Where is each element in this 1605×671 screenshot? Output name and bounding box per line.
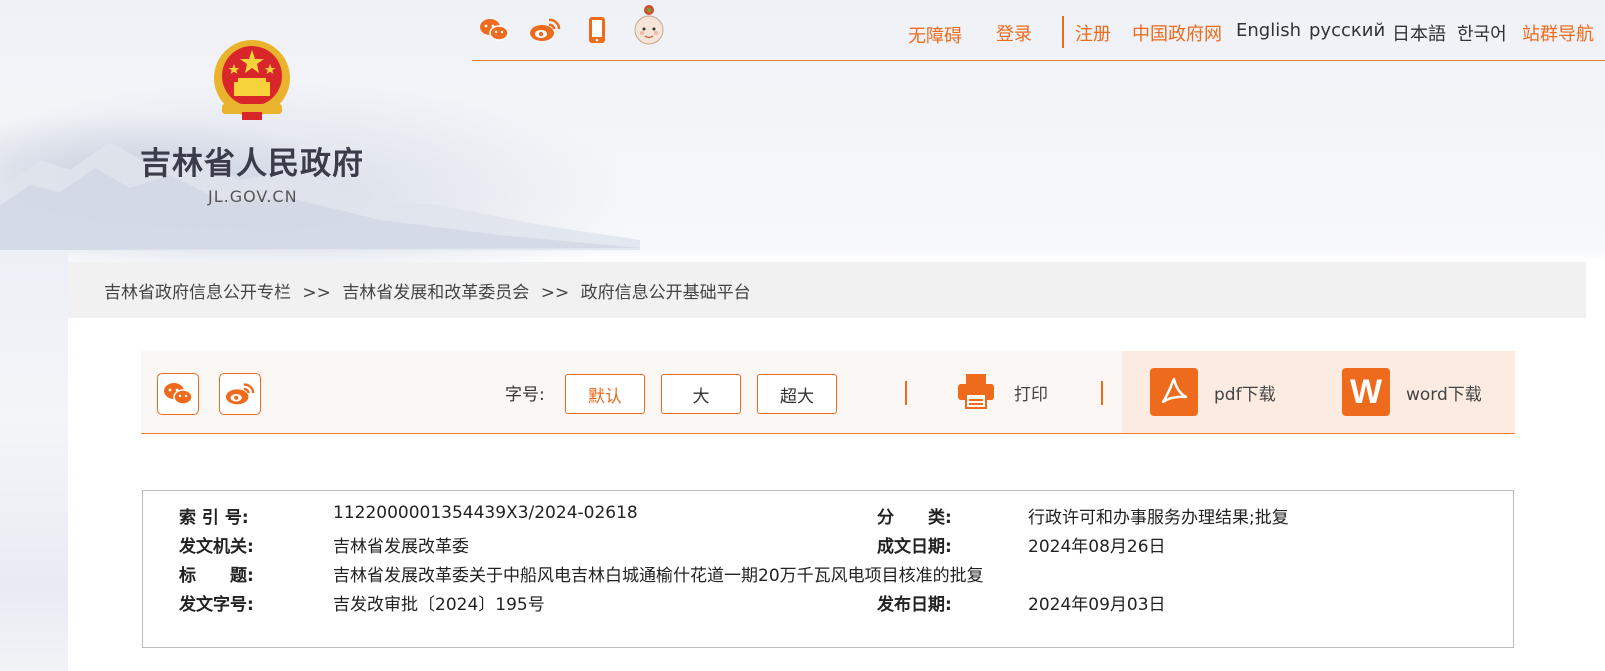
mascot-icon[interactable] bbox=[632, 2, 666, 48]
category-value: 行政许可和办事服务办理结果;批复 bbox=[1028, 508, 1289, 528]
breadcrumb-separator: >> bbox=[540, 283, 570, 303]
title-value: 吉林省发展改革委关于中船风电吉林白城通榆什花道一期20万千瓦风电项目核准的批复 bbox=[333, 566, 984, 586]
header-divider bbox=[472, 60, 1605, 61]
issuer-label: 发文机关: bbox=[179, 537, 254, 557]
created-date-label: 成文日期: bbox=[877, 537, 952, 557]
word-icon[interactable]: W bbox=[1342, 368, 1390, 416]
word-download-button[interactable]: word下载 bbox=[1406, 380, 1482, 405]
font-size-default-button[interactable]: 默认 bbox=[565, 374, 645, 414]
mobile-icon[interactable] bbox=[586, 14, 608, 46]
national-emblem-icon bbox=[212, 38, 292, 126]
pdf-download-button[interactable]: pdf下载 bbox=[1214, 380, 1276, 405]
english-link[interactable]: English bbox=[1236, 20, 1301, 41]
share-wechat-button[interactable] bbox=[157, 373, 199, 415]
share-weibo-button[interactable] bbox=[219, 373, 261, 415]
login-register-divider bbox=[1062, 16, 1064, 48]
document-metadata: 索 引 号: 1122000001354439X3/2024-02618 分 类… bbox=[142, 490, 1514, 648]
breadcrumb-item-ndrc[interactable]: 吉林省发展和改革委员会 bbox=[342, 283, 529, 303]
russian-link[interactable]: русский bbox=[1309, 20, 1385, 41]
sitemap-link[interactable]: 站群导航 bbox=[1522, 20, 1594, 46]
issuer-value: 吉林省发展改革委 bbox=[333, 537, 469, 557]
print-icon[interactable] bbox=[956, 371, 996, 415]
login-link[interactable]: 登录 bbox=[996, 20, 1032, 46]
background-left-strip bbox=[0, 250, 68, 671]
index-no-label: 索 引 号: bbox=[179, 508, 249, 528]
publish-date-label: 发布日期: bbox=[877, 595, 952, 615]
weibo-icon[interactable] bbox=[528, 14, 562, 46]
wechat-icon[interactable] bbox=[478, 14, 510, 46]
pdf-icon[interactable] bbox=[1150, 368, 1198, 416]
gov-portal-link[interactable]: 中国政府网 bbox=[1132, 20, 1222, 46]
font-size-label: 字号: bbox=[505, 385, 545, 405]
breadcrumb-item-info-column[interactable]: 吉林省政府信息公开专栏 bbox=[104, 283, 291, 303]
register-link[interactable]: 注册 bbox=[1075, 20, 1111, 46]
site-title[interactable]: 吉林省人民政府 bbox=[140, 138, 364, 183]
toolbar-divider bbox=[905, 381, 907, 405]
japanese-link[interactable]: 日本語 bbox=[1392, 20, 1446, 46]
font-size-large-button[interactable]: 大 bbox=[661, 374, 741, 414]
print-button[interactable]: 打印 bbox=[1014, 380, 1048, 405]
breadcrumb-separator: >> bbox=[302, 283, 331, 303]
index-no-value: 1122000001354439X3/2024-02618 bbox=[333, 503, 638, 523]
breadcrumb: 吉林省政府信息公开专栏 >> 吉林省发展和改革委员会 >> 政府信息公开基础平台 bbox=[68, 262, 1586, 318]
doc-no-value: 吉发改审批〔2024〕195号 bbox=[333, 595, 545, 615]
site-domain: JL.GOV.CN bbox=[208, 187, 298, 206]
publish-date-value: 2024年09月03日 bbox=[1028, 595, 1166, 615]
category-label: 分 类: bbox=[877, 508, 952, 528]
breadcrumb-item-platform[interactable]: 政府信息公开基础平台 bbox=[581, 283, 751, 303]
title-label: 标 题: bbox=[179, 566, 254, 586]
accessibility-link[interactable]: 无障碍 bbox=[908, 22, 962, 48]
wechat-icon bbox=[164, 383, 193, 405]
korean-link[interactable]: 한국어 bbox=[1457, 20, 1507, 46]
font-size-xlarge-button[interactable]: 超大 bbox=[757, 374, 837, 414]
toolbar-divider bbox=[1101, 381, 1103, 405]
doc-no-label: 发文字号: bbox=[179, 595, 254, 615]
weibo-icon bbox=[225, 383, 255, 405]
created-date-value: 2024年08月26日 bbox=[1028, 537, 1166, 557]
download-panel: pdf下载 W word下载 bbox=[1122, 351, 1515, 433]
article-toolbar: 字号: 默认 大 超大 打印 pdf下载 W word下载 bbox=[141, 351, 1515, 434]
